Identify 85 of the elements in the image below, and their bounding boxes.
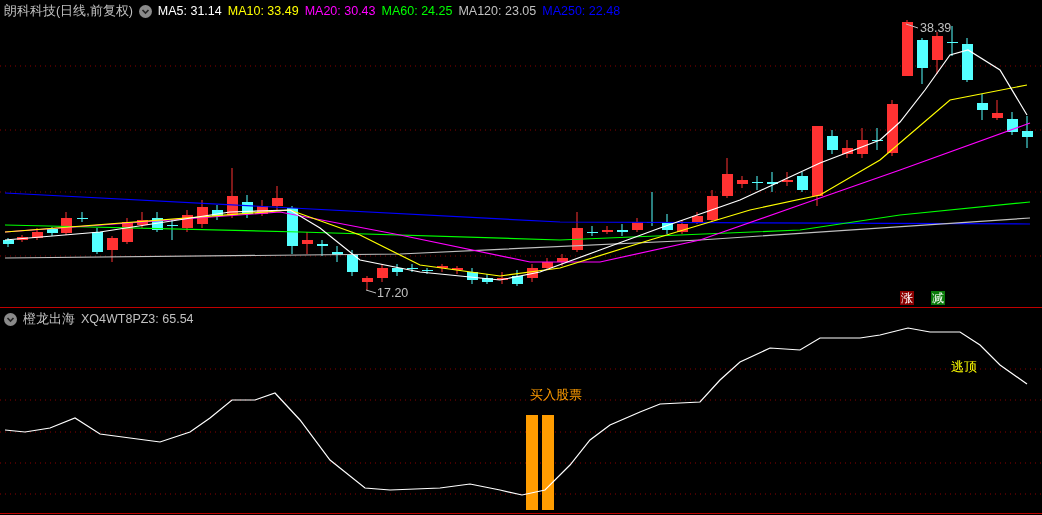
candlestick [902, 19, 913, 77]
candlestick [722, 157, 733, 199]
candlestick [152, 211, 163, 233]
candlestick [3, 237, 14, 248]
candlestick [887, 99, 898, 157]
signal-label: 买入股票 [530, 388, 582, 402]
candlestick [257, 199, 268, 217]
candlestick [137, 211, 148, 229]
candlestick [377, 263, 388, 283]
candlestick [467, 267, 478, 285]
candlestick [992, 99, 1003, 121]
candlestick [782, 171, 793, 187]
candlestick [1022, 115, 1033, 149]
candlestick [317, 239, 328, 257]
candlestick [437, 263, 448, 273]
signal-marker: 减 [931, 291, 945, 305]
candlestick [107, 235, 118, 263]
candlestick [197, 199, 208, 229]
candlestick [287, 205, 298, 255]
candlestick [572, 211, 583, 253]
indicator-title: 橙龙出海 [23, 311, 75, 327]
candlestick [77, 211, 88, 223]
candlestick [61, 211, 72, 236]
candlestick [452, 265, 463, 275]
leader-line [365, 289, 377, 294]
candlestick [587, 225, 598, 237]
candlestick [482, 273, 493, 285]
indicator-value: MA60: 24.25 [381, 3, 453, 19]
collapse-icon[interactable] [4, 312, 17, 326]
candlestick [422, 267, 433, 275]
candlestick [692, 211, 703, 225]
indicator-value: MA10: 33.49 [227, 3, 299, 19]
candlestick [932, 31, 943, 75]
signal-marker: 涨 [900, 291, 914, 305]
indicator-value: MA5: 31.14 [157, 3, 222, 19]
candlestick [632, 217, 643, 233]
indicator-value: MA250: 22.48 [542, 3, 621, 19]
indicator-value: MA20: 30.43 [304, 3, 376, 19]
candlestick [512, 269, 523, 287]
candlestick [827, 129, 838, 155]
candlestick [707, 189, 718, 223]
candlestick [1007, 111, 1018, 136]
candlestick [737, 175, 748, 189]
collapse-icon[interactable] [138, 4, 152, 18]
candlestick [662, 213, 673, 235]
candlestick [797, 171, 808, 193]
candlestick [617, 223, 628, 237]
candlestick [347, 249, 358, 277]
candlestick [122, 217, 133, 245]
candlestick [332, 245, 343, 263]
candlestick [962, 37, 973, 83]
candlestick [392, 263, 403, 277]
indicator-value: MA120: 23.05 [458, 3, 537, 19]
candlestick [497, 271, 508, 285]
candlestick [677, 219, 688, 235]
candlestick [92, 227, 103, 255]
leader-line [905, 23, 919, 29]
candlestick [842, 139, 853, 159]
candlestick [227, 167, 238, 219]
candlestick [527, 263, 538, 283]
candlestick [557, 253, 568, 267]
candlestick [407, 263, 418, 273]
candlestick [602, 225, 613, 235]
candlestick [167, 219, 178, 241]
candlestick [752, 175, 763, 191]
candlestick [542, 257, 553, 271]
candlestick [977, 93, 988, 121]
candlestick [857, 127, 868, 159]
candlestick [302, 231, 313, 255]
indicator-value: XQ4WT8PZ3: 65.54 [81, 311, 194, 327]
signal-label: 逃顶 [951, 360, 977, 374]
candlestick [212, 204, 223, 221]
candlestick [32, 227, 43, 241]
candlestick [182, 209, 193, 233]
price-label: 38.39 [920, 21, 952, 35]
candlestick [872, 127, 883, 151]
candlestick [242, 194, 253, 219]
candlestick [17, 234, 28, 243]
price-label: 17.20 [377, 286, 409, 300]
candlestick [272, 185, 283, 211]
candlestick [917, 37, 928, 85]
candlestick [362, 275, 373, 291]
chart-title: 朗科科技(日线,前复权) [4, 3, 133, 19]
candlestick [767, 171, 778, 193]
candlestick [47, 226, 58, 237]
